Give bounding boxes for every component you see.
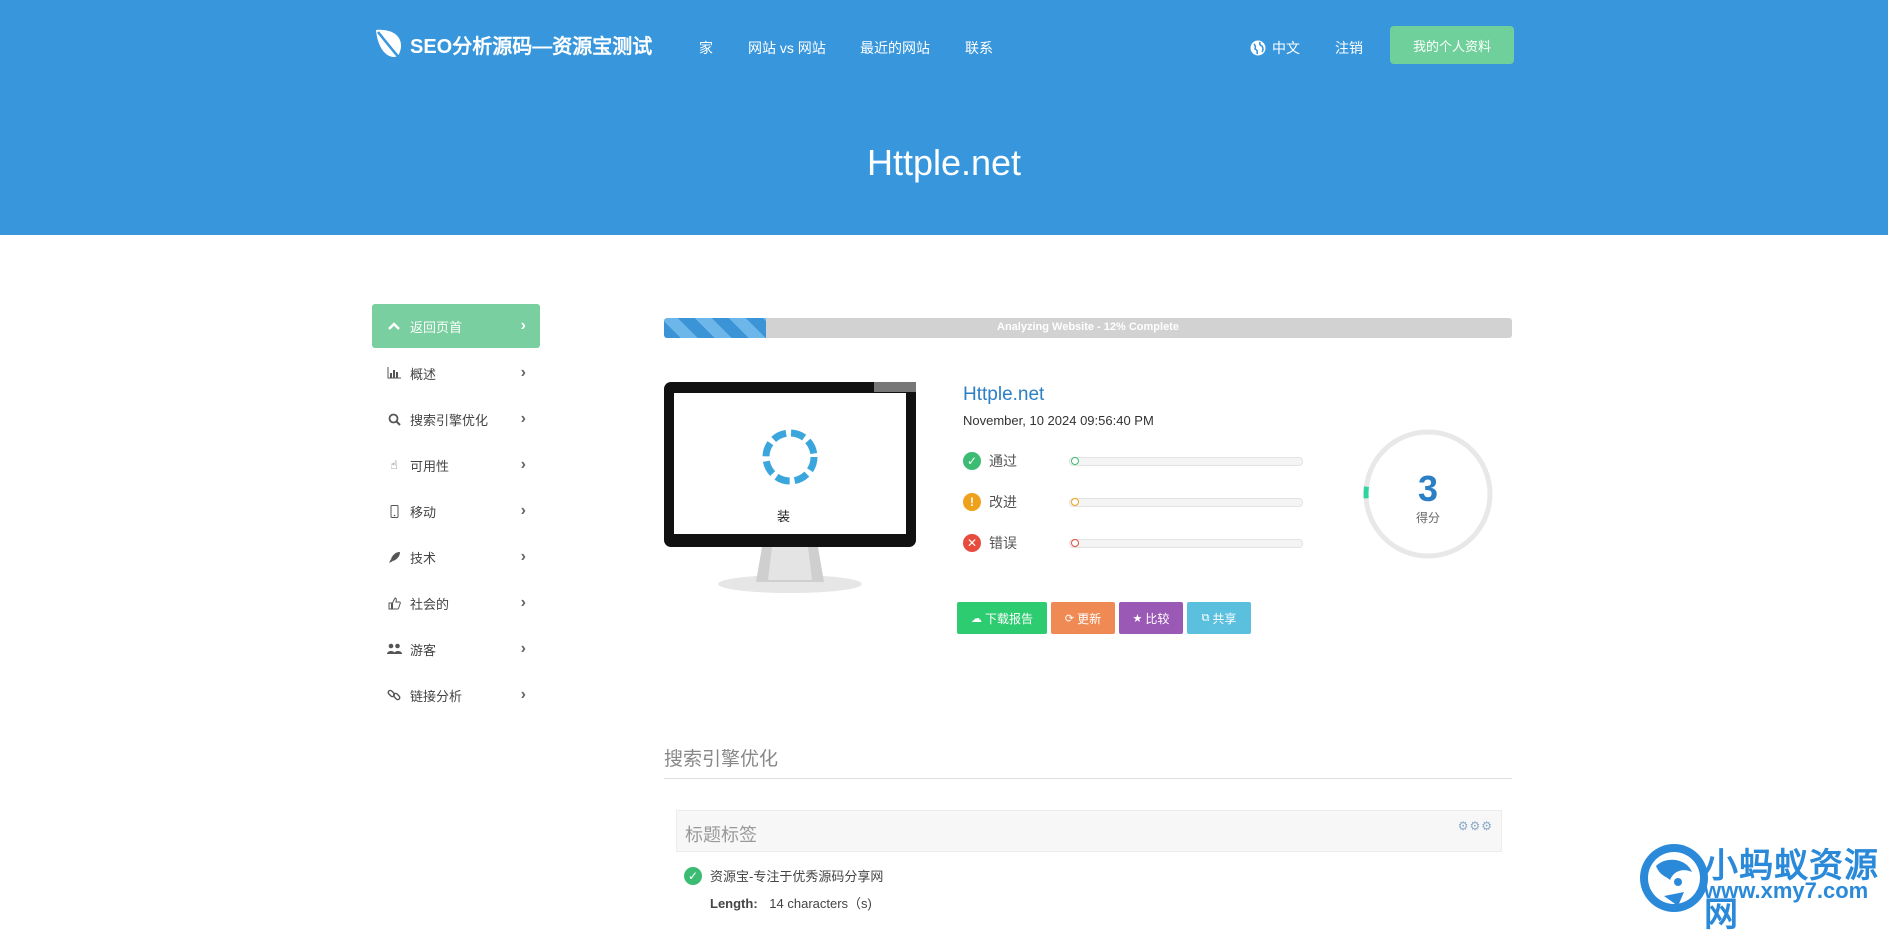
error-circle-icon: ✕ xyxy=(963,534,981,552)
chevron-right-icon: › xyxy=(520,686,526,703)
check-circle-icon: ✓ xyxy=(963,452,981,470)
sidebar-item-label: 返回页首 xyxy=(410,319,463,335)
share-icon: ⧉ xyxy=(1201,611,1210,624)
language-selector[interactable]: 中文 xyxy=(1250,38,1300,58)
title-length-row: Length: 14 characters（s) xyxy=(710,893,872,912)
nav-recent-sites[interactable]: 最近的网站 xyxy=(860,38,930,58)
link-icon xyxy=(386,688,402,702)
sidebar-item-label: 概述 xyxy=(410,366,437,382)
chevron-right-icon: › xyxy=(520,317,526,334)
score-value: 3 xyxy=(1417,468,1439,509)
title-tag-result: ✓ 资源宝-专注于优秀源码分享网 xyxy=(684,866,883,885)
refresh-icon: ⟳ xyxy=(1064,612,1075,625)
sidebar-item-back-to-top[interactable]: 返回页首 › xyxy=(372,304,540,348)
sidebar-item-usability[interactable]: ☝ 可用性 › xyxy=(372,442,540,488)
site-name-link[interactable]: Httple.net xyxy=(963,384,1044,406)
seo-section-title: 搜索引擎优化 xyxy=(664,749,779,770)
warning-circle-icon: ! xyxy=(963,493,981,511)
sidebar-item-label: 搜索引擎优化 xyxy=(410,412,489,428)
chevron-right-icon: › xyxy=(520,548,526,565)
section-divider xyxy=(664,778,1512,779)
brand-logo[interactable]: SEO分析源码—资源宝测试 xyxy=(372,24,652,64)
chevron-up-icon xyxy=(386,321,402,331)
chevron-right-icon: › xyxy=(520,364,526,381)
star-icon: ★ xyxy=(1132,612,1143,625)
chevron-right-icon: › xyxy=(520,456,526,473)
bar-chart-icon xyxy=(386,367,402,379)
sidebar-item-visitors[interactable]: 游客 › xyxy=(372,626,540,672)
brand-name: SEO分析源码—资源宝测试 xyxy=(410,35,653,58)
stat-bar xyxy=(1069,456,1303,466)
analysis-date: November, 10 2024 09:56:40 PM xyxy=(963,413,1154,428)
refresh-button[interactable]: ⟳ 更新 xyxy=(1051,602,1115,634)
gears-icon[interactable]: ⚙⚙⚙ xyxy=(1458,819,1493,833)
monitor-graphic xyxy=(664,382,916,593)
stat-label: 通过 xyxy=(989,453,1017,469)
sidebar: 返回页首 › 概述 › 搜索引擎优化 › ☝ 可用性 › 移动 › 技术 › 社… xyxy=(372,304,540,718)
rocket-icon xyxy=(386,551,402,564)
button-label: 下载报告 xyxy=(984,611,1033,626)
download-report-button[interactable]: ☁ 下载报告 xyxy=(957,602,1047,634)
profile-button[interactable]: 我的个人资料 xyxy=(1390,26,1514,64)
site-preview-monitor: 装载... xyxy=(664,382,916,602)
users-icon xyxy=(386,643,402,655)
sidebar-item-label: 游客 xyxy=(410,642,437,658)
sidebar-item-social[interactable]: 社会的 › xyxy=(372,580,540,626)
thumbs-up-icon xyxy=(386,596,402,610)
sidebar-item-label: 技术 xyxy=(410,550,437,566)
title-tag-panel: 标题标签 ⚙⚙⚙ xyxy=(676,810,1502,852)
watermark-url: www.xmy7.com xyxy=(1704,878,1869,903)
stat-errors: ✕ 错误 xyxy=(963,532,1303,554)
sidebar-item-link-analysis[interactable]: 链接分析 › xyxy=(372,672,540,718)
button-label: 比较 xyxy=(1145,611,1170,626)
title-tag-value: 资源宝-专注于优秀源码分享网 xyxy=(710,869,884,884)
chevron-right-icon: › xyxy=(520,410,526,427)
sidebar-item-overview[interactable]: 概述 › xyxy=(372,350,540,396)
globe-icon xyxy=(1250,40,1266,56)
length-value: 14 characters（s) xyxy=(769,896,872,911)
length-label: Length: xyxy=(710,896,758,911)
hand-pointer-icon: ☝ xyxy=(390,458,398,472)
nav-contact[interactable]: 联系 xyxy=(965,38,993,58)
stat-label: 错误 xyxy=(989,535,1017,551)
header-banner: SEO分析源码—资源宝测试 家 网站 vs 网站 最近的网站 联系 中文 注销 … xyxy=(0,0,1888,235)
sidebar-item-label: 链接分析 xyxy=(410,688,463,704)
nav-compare[interactable]: 网站 vs 网站 xyxy=(748,38,826,58)
nav-home[interactable]: 家 xyxy=(699,38,713,58)
leaf-icon xyxy=(376,29,403,62)
stat-bar xyxy=(1069,497,1303,507)
search-icon xyxy=(386,413,402,426)
compare-button[interactable]: ★ 比较 xyxy=(1119,602,1183,634)
sidebar-item-mobile[interactable]: 移动 › xyxy=(372,488,540,534)
mobile-icon xyxy=(386,504,402,518)
button-label: 更新 xyxy=(1077,611,1102,626)
button-label: 共享 xyxy=(1212,611,1237,626)
cloud-download-icon: ☁ xyxy=(970,612,982,625)
logout-link[interactable]: 注销 xyxy=(1335,38,1363,58)
analysis-progress-bar: Analyzing Website - 12% Complete xyxy=(664,318,1512,338)
stat-label: 改进 xyxy=(989,494,1017,510)
score-label: 得分 xyxy=(1415,511,1440,525)
page-title: Httple.net xyxy=(866,142,1022,183)
chevron-right-icon: › xyxy=(520,502,526,519)
sidebar-item-label: 社会的 xyxy=(410,596,450,612)
sidebar-item-technology[interactable]: 技术 › xyxy=(372,534,540,580)
chevron-right-icon: › xyxy=(520,640,526,657)
panel-title: 标题标签 xyxy=(685,825,757,845)
stat-improve: ! 改进 xyxy=(963,491,1303,513)
sidebar-item-label: 移动 xyxy=(410,504,437,520)
stat-bar xyxy=(1069,538,1303,548)
stat-passed: ✓ 通过 xyxy=(963,450,1303,472)
check-circle-icon: ✓ xyxy=(684,866,702,885)
action-buttons: ☁ 下载报告 ⟳ 更新 ★ 比较 ⧉ 共享 xyxy=(957,602,1251,634)
loading-text: 装载... xyxy=(777,509,791,524)
sidebar-item-label: 可用性 xyxy=(410,458,450,474)
language-label: 中文 xyxy=(1272,40,1300,56)
progress-text: Analyzing Website - 12% Complete xyxy=(997,321,1179,333)
share-button[interactable]: ⧉ 共享 xyxy=(1187,602,1251,634)
chevron-right-icon: › xyxy=(520,594,526,611)
sidebar-item-seo[interactable]: 搜索引擎优化 › xyxy=(372,396,540,442)
